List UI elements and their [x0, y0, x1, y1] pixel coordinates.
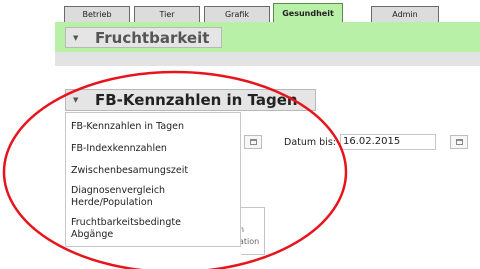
report-type-dropdown[interactable]: ▼ FB-Kennzahlen in Tagen: [65, 89, 316, 111]
panel-text: n: [241, 225, 244, 235]
tab-tier[interactable]: Tier: [134, 6, 200, 22]
tab-bar: Betrieb Tier Grafik Gesundheit Admin: [0, 0, 480, 23]
toolbar-strip: [55, 52, 480, 66]
menu-item[interactable]: Zwischenbesamungszeit: [71, 165, 188, 177]
date-to-input[interactable]: 16.02.2015: [340, 134, 436, 150]
menu-item[interactable]: FB-Indexkennzahlen: [71, 143, 167, 155]
calendar-icon[interactable]: [244, 135, 262, 149]
panel-text: ation: [241, 237, 260, 246]
chevron-down-icon: ▼: [73, 96, 79, 104]
dropdown-menu: FB-Kennzahlen in Tagen FB-Indexkennzahle…: [65, 112, 241, 247]
tab-betrieb[interactable]: Betrieb: [64, 6, 130, 22]
chevron-down-icon: ▼: [73, 33, 79, 42]
menu-item[interactable]: Fruchtbarkeitsbedingte Abgänge: [71, 217, 211, 241]
menu-item[interactable]: FB-Kennzahlen in Tagen: [71, 121, 184, 133]
section-toggle-button[interactable]: ▼ Fruchtbarkeit: [65, 27, 222, 48]
section-title: Fruchtbarkeit: [95, 28, 210, 47]
tab-admin[interactable]: Admin: [371, 6, 439, 22]
tab-gesundheit[interactable]: Gesundheit: [273, 3, 343, 23]
date-to-label: Datum bis:: [284, 137, 336, 148]
tab-grafik[interactable]: Grafik: [204, 6, 270, 22]
report-option-panel[interactable]: n ation: [241, 207, 265, 255]
dropdown-selected-label: FB-Kennzahlen in Tagen: [95, 91, 298, 109]
calendar-icon[interactable]: [450, 135, 468, 149]
menu-item[interactable]: Diagnosenvergleich Herde/Population: [71, 185, 211, 209]
